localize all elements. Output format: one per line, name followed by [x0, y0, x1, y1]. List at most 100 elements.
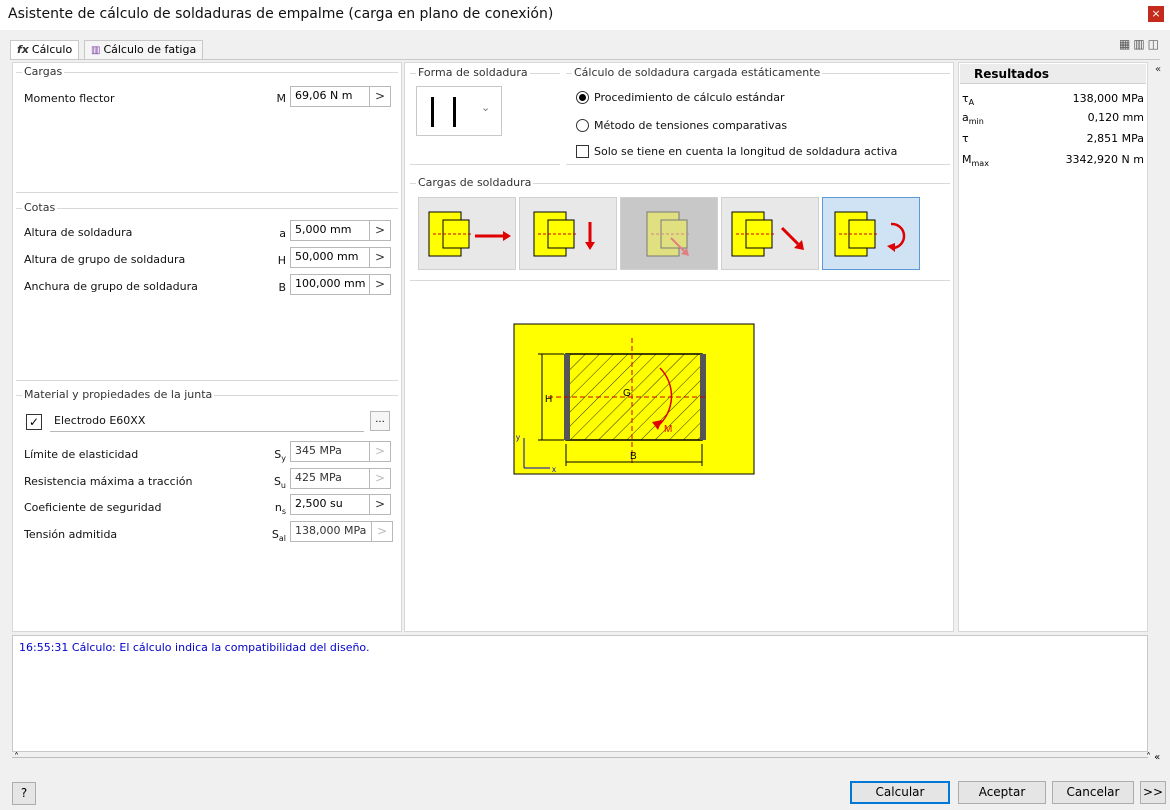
- comparative-stress-label: Método de tensiones comparativas: [594, 119, 788, 132]
- group-width-symbol: B: [278, 281, 286, 294]
- vertical-load-icon: [533, 211, 595, 257]
- result-value-tau: 2,851 MPa: [1086, 132, 1144, 145]
- close-button[interactable]: ×: [1148, 6, 1164, 22]
- more-button[interactable]: >>: [1140, 781, 1166, 804]
- tab-calculo-label: Cálculo: [31, 43, 73, 56]
- dimensions-title: Cotas: [22, 201, 58, 214]
- moment-load-icon: [834, 211, 906, 257]
- loads-title: Cargas: [22, 65, 65, 78]
- group-height-arrow-button[interactable]: >: [370, 247, 391, 268]
- chevron-down-icon: ⌄: [481, 101, 491, 114]
- allowable-stress-input[interactable]: 138,000 MPa: [290, 521, 372, 542]
- expand-right-icon[interactable]: ˄ «: [1146, 752, 1160, 763]
- log-area[interactable]: 16:55:31 Cálculo: El cálculo indica la c…: [12, 635, 1148, 752]
- axis-y-label: y: [516, 433, 520, 442]
- tab-fatiga[interactable]: ▥ Cálculo de fatiga: [84, 40, 204, 60]
- static-calc-title: Cálculo de soldadura cargada estáticamen…: [572, 66, 823, 79]
- help-book-icon[interactable]: ◫: [1148, 37, 1162, 51]
- active-length-checkbox[interactable]: [576, 145, 589, 158]
- results-panel: [958, 62, 1148, 632]
- bending-moment-symbol: M: [276, 92, 287, 105]
- dim-b-label: B: [630, 451, 637, 462]
- load-diagonal-button[interactable]: [721, 197, 819, 270]
- fatigue-icon[interactable]: ▥: [1133, 37, 1147, 51]
- result-symbol-tau: τ: [962, 132, 969, 145]
- tab-underline: [10, 59, 1160, 60]
- load-inplane-button[interactable]: [620, 197, 718, 270]
- tab-calculo[interactable]: fx Cálculo: [10, 40, 80, 60]
- group-width-input[interactable]: 100,000 mm: [290, 274, 370, 295]
- electrode-field[interactable]: Electrodo E60XX: [50, 410, 364, 432]
- yield-limit-label: Límite de elasticidad: [24, 448, 139, 461]
- weld-line-left: [431, 97, 434, 127]
- weld-height-input[interactable]: 5,000 mm: [290, 220, 370, 241]
- weld-loads-title: Cargas de soldadura: [416, 176, 534, 189]
- results-title: Resultados: [974, 67, 1049, 81]
- tensile-strength-arrow-button[interactable]: >: [370, 468, 391, 489]
- load-moment-button[interactable]: [822, 197, 920, 270]
- collapse-results-icon[interactable]: «: [1155, 64, 1161, 75]
- tensile-strength-label: Resistencia máxima a tracción: [24, 475, 193, 488]
- allowable-stress-arrow-button[interactable]: >: [372, 521, 393, 542]
- bending-moment-label: Momento flector: [24, 92, 115, 105]
- electrode-browse-button[interactable]: ...: [370, 411, 390, 431]
- standard-procedure-radio[interactable]: [576, 91, 589, 104]
- group-height-input[interactable]: 50,000 mm: [290, 247, 370, 268]
- standard-procedure-label: Procedimiento de cálculo estándar: [594, 91, 785, 104]
- allowable-stress-symbol: Sal: [271, 528, 286, 544]
- left-panel: [12, 62, 402, 632]
- allowable-stress-label: Tensión admitida: [24, 528, 118, 541]
- tab-fatiga-label: Cálculo de fatiga: [103, 43, 197, 56]
- log-message: 16:55:31 Cálculo: El cálculo indica la c…: [19, 641, 370, 654]
- group-height-symbol: H: [277, 254, 286, 267]
- load-vertical-button[interactable]: [519, 197, 617, 270]
- group-width-label: Anchura de grupo de soldadura: [24, 280, 198, 293]
- inplane-load-icon: [646, 211, 689, 257]
- safety-factor-label: Coeficiente de seguridad: [24, 501, 162, 514]
- material-title: Material y propiedades de la junta: [22, 388, 215, 401]
- weld-shape-dropdown[interactable]: ⌄: [416, 86, 502, 136]
- bending-moment-input[interactable]: 69,06 N m: [290, 86, 370, 107]
- results-header: Resultados: [960, 64, 1146, 84]
- axis-x-label: x: [552, 465, 556, 474]
- electrode-checkbox[interactable]: ✓: [26, 414, 42, 430]
- yield-limit-input[interactable]: 345 MPa: [290, 441, 370, 462]
- calculate-button[interactable]: Calcular: [850, 781, 950, 804]
- expand-up-icon[interactable]: ˄: [14, 752, 19, 763]
- window-title: Asistente de cálculo de soldaduras de em…: [8, 6, 554, 22]
- safety-factor-arrow-button[interactable]: >: [370, 494, 391, 515]
- yield-limit-arrow-button[interactable]: >: [370, 441, 391, 462]
- result-symbol-amin: amin: [962, 111, 984, 127]
- moment-label: M: [664, 424, 672, 435]
- electrode-value: Electrodo E60XX: [54, 414, 146, 427]
- safety-factor-input[interactable]: 2,500 su: [290, 494, 370, 515]
- weld-group-diagram: H B G M y x: [513, 323, 755, 475]
- weld-height-symbol: a: [279, 227, 286, 240]
- accept-button[interactable]: Aceptar: [958, 781, 1046, 804]
- help-button[interactable]: ?: [12, 782, 36, 805]
- group-width-arrow-button[interactable]: >: [370, 274, 391, 295]
- centroid-label: G: [623, 388, 631, 399]
- weld-height-arrow-button[interactable]: >: [370, 220, 391, 241]
- result-value-tau-a: 138,000 MPa: [1072, 92, 1144, 105]
- weld-shape-title: Forma de soldadura: [416, 66, 530, 79]
- cancel-button[interactable]: Cancelar: [1052, 781, 1134, 804]
- fx-icon: fx: [17, 43, 29, 56]
- result-value-mmax: 3342,920 N m: [1065, 153, 1144, 166]
- splitter[interactable]: [12, 757, 1148, 758]
- result-symbol-mmax: Mmax: [962, 153, 989, 169]
- active-length-label: Solo se tiene en cuenta la longitud de s…: [594, 145, 898, 158]
- tensile-strength-input[interactable]: 425 MPa: [290, 468, 370, 489]
- axial-load-icon: [428, 211, 511, 257]
- bending-moment-arrow-button[interactable]: >: [370, 86, 391, 107]
- weld-line-right: [453, 97, 456, 127]
- safety-factor-symbol: ns: [274, 501, 286, 517]
- fatigue-chart-icon: ▥: [91, 45, 101, 56]
- weld-height-label: Altura de soldadura: [24, 226, 133, 239]
- load-axial-button[interactable]: [418, 197, 516, 270]
- settings-icon[interactable]: ▦: [1119, 37, 1133, 51]
- group-height-label: Altura de grupo de soldadura: [24, 253, 186, 266]
- yield-limit-symbol: Sy: [274, 448, 286, 464]
- toolbar-icons: ▦▥◫: [1119, 37, 1162, 51]
- comparative-stress-radio[interactable]: [576, 119, 589, 132]
